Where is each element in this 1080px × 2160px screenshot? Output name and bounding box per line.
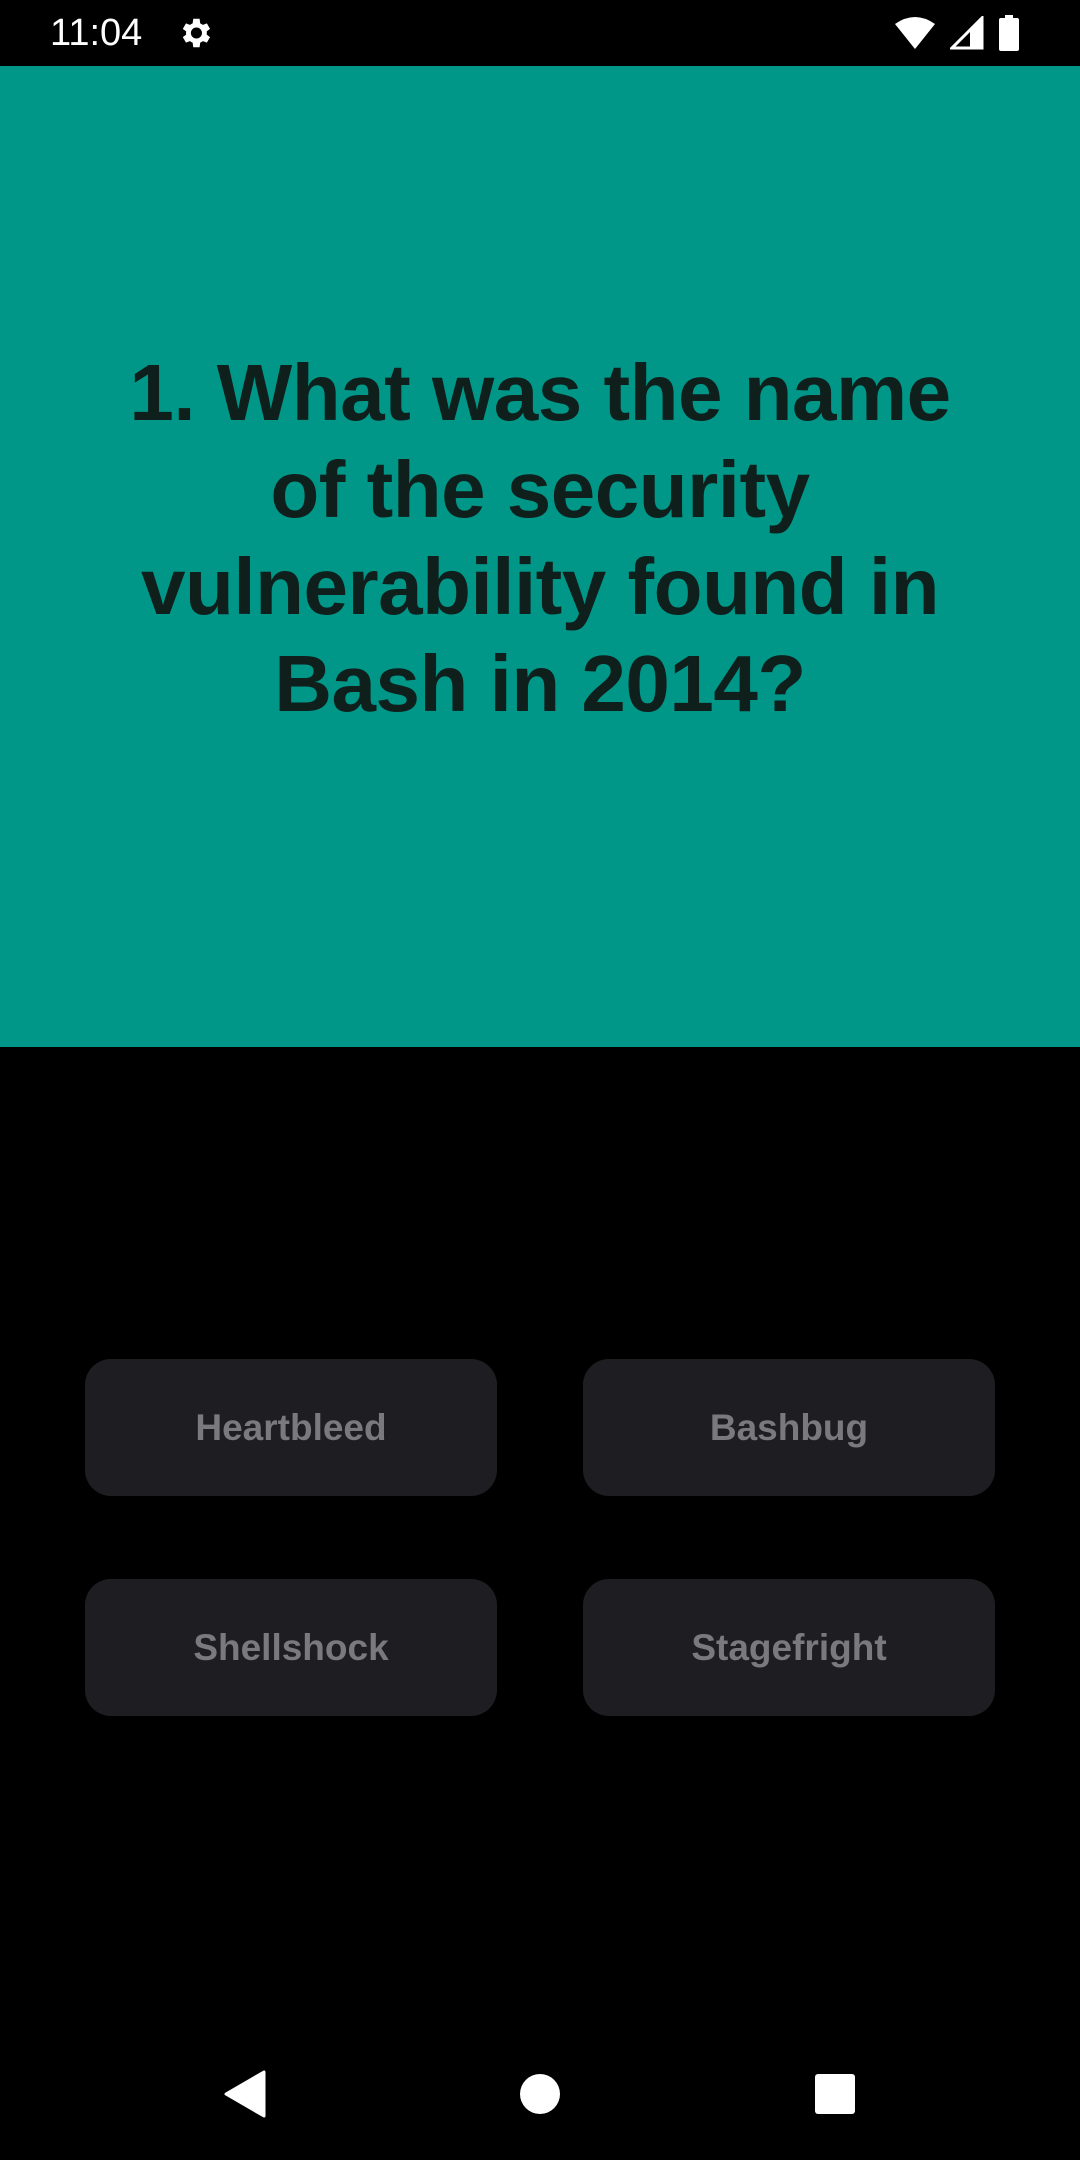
question-panel: 1. What was the name of the security vul… bbox=[0, 66, 1080, 1047]
status-icons bbox=[894, 14, 1020, 52]
back-triangle-icon[interactable] bbox=[202, 2052, 286, 2136]
answer-button-shellshock[interactable]: Shellshock bbox=[85, 1579, 497, 1716]
battery-icon bbox=[998, 15, 1020, 51]
gear-icon bbox=[176, 14, 214, 52]
status-bar: 11:04 bbox=[0, 0, 1080, 66]
question-text: 1. What was the name of the security vul… bbox=[129, 347, 951, 728]
recents-square-icon[interactable] bbox=[793, 2052, 877, 2136]
quiz-screen: 11:04 1. What was the name of the securi… bbox=[0, 0, 1080, 2160]
home-circle-icon[interactable] bbox=[498, 2052, 582, 2136]
answer-button-bashbug[interactable]: Bashbug bbox=[583, 1359, 995, 1496]
answer-button-heartbleed[interactable]: Heartbleed bbox=[85, 1359, 497, 1496]
cell-signal-icon bbox=[950, 16, 984, 50]
wifi-icon bbox=[894, 16, 936, 50]
status-time: 11:04 bbox=[50, 12, 143, 54]
answer-button-stagefright[interactable]: Stagefright bbox=[583, 1579, 995, 1716]
navigation-bar bbox=[0, 2028, 1080, 2160]
